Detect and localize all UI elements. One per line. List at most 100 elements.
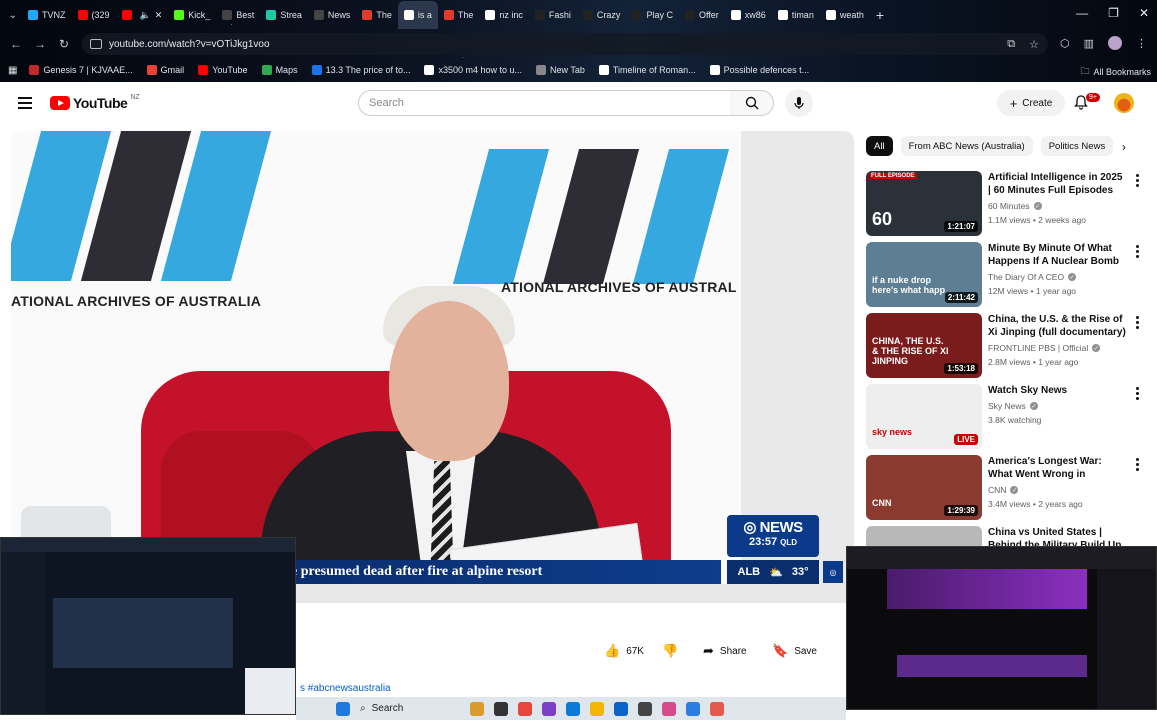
more-actions-icon[interactable]	[1136, 387, 1140, 402]
browser-tab[interactable]: Play C	[626, 1, 679, 29]
chevron-right-icon[interactable]: ›	[1122, 140, 1126, 154]
recommended-video[interactable]: sky news LIVE Watch Sky News Sky News ✓ 3.8K …	[866, 384, 1149, 450]
video-title[interactable]: America's Longest War: What Went Wrong i…	[988, 455, 1128, 482]
new-tab-button[interactable]: +	[876, 7, 884, 23]
filter-chip[interactable]: Politics News	[1040, 136, 1114, 156]
voice-search-button[interactable]	[785, 89, 813, 117]
browser-tab[interactable]: xw86	[725, 1, 772, 29]
browser-tab[interactable]: TVNZ	[22, 1, 72, 29]
browser-tab[interactable]: Strea	[260, 1, 308, 29]
video-title[interactable]: China, the U.S. & the Rise of Xi Jinping…	[988, 313, 1128, 340]
edge-icon[interactable]	[566, 701, 580, 716]
maximize-icon[interactable]: ❐	[1108, 6, 1119, 20]
site-info-icon[interactable]	[90, 39, 102, 49]
video-thumbnail[interactable]: CHINA, THE U.S. & THE RISE OF XI JINPING…	[866, 313, 982, 378]
bookmark-item[interactable]: 13.3 The price of to...	[311, 65, 410, 75]
more-actions-icon[interactable]	[1136, 316, 1140, 331]
video-thumbnail[interactable]: 60 FULL EPISODE 1:21:07	[866, 171, 982, 236]
like-button[interactable]: 👍 67K	[604, 640, 644, 662]
file-explorer-icon[interactable]	[590, 701, 604, 716]
app-icon[interactable]	[542, 701, 556, 716]
apps-grid-icon[interactable]: ▦	[8, 65, 17, 76]
back-button[interactable]: ←	[4, 37, 28, 51]
channel-name[interactable]: CNN ✓	[988, 485, 1019, 495]
account-avatar[interactable]	[1114, 93, 1134, 113]
share-button[interactable]: ➦ Share	[703, 640, 747, 662]
bookmark-item[interactable]: Gmail	[146, 65, 184, 75]
youtube-logo[interactable]: YouTube NZ	[50, 94, 140, 111]
speaker-icon[interactable]: 🔈	[140, 10, 151, 21]
video-title[interactable]: Minute By Minute Of What Happens If A Nu…	[988, 242, 1128, 269]
bookmark-item[interactable]: Possible defences t...	[709, 65, 809, 75]
browser-tab[interactable]: 🔈 ✕	[116, 1, 169, 29]
video-player[interactable]: ATIONAL ARCHIVES OF AUSTRALIA ATIONAL AR…	[11, 131, 854, 603]
bookmark-item[interactable]: Timeline of Roman...	[598, 65, 696, 75]
sidepanel-icon[interactable]: ▥	[1084, 37, 1094, 50]
window-preview-left[interactable]	[0, 537, 296, 715]
address-bar[interactable]: youtube.com/watch?v=vOTiJkg1voo	[82, 33, 1048, 55]
menu-icon[interactable]	[18, 97, 32, 112]
recommended-video[interactable]: CHINA, THE U.S. & THE RISE OF XI JINPING…	[866, 313, 1149, 379]
bookmark-item[interactable]: YouTube	[198, 65, 248, 75]
more-actions-icon[interactable]	[1136, 458, 1140, 473]
video-title[interactable]: Watch Sky News	[988, 384, 1128, 397]
video-thumbnail[interactable]: CNN 1:29:39	[866, 455, 982, 520]
video-thumbnail[interactable]: if a nuke drop here's what happ 2:11:42	[866, 242, 982, 307]
recommended-video[interactable]: if a nuke drop here's what happ 2:11:42 Mi…	[866, 242, 1149, 308]
browser-tab[interactable]: Offer	[679, 1, 725, 29]
browser-tab[interactable]: The	[356, 1, 398, 29]
video-title[interactable]: Artificial Intelligence in 2025 | 60 Min…	[988, 171, 1128, 197]
filter-chip[interactable]: All	[866, 136, 893, 156]
close-window-icon[interactable]: ✕	[1139, 6, 1149, 20]
filter-chip[interactable]: From ABC News (Australia)	[900, 136, 1033, 156]
install-app-icon[interactable]: ⧉	[1007, 38, 1015, 51]
video-hashtags[interactable]: s #abcnewsaustralia	[300, 683, 391, 694]
app-icon[interactable]	[710, 701, 724, 716]
browser-tab[interactable]: Crazy	[577, 1, 627, 29]
taskbar-search[interactable]: ⌕ Search	[360, 703, 460, 714]
reload-button[interactable]: ↻	[52, 37, 76, 51]
minimize-icon[interactable]: —	[1076, 6, 1088, 20]
chrome-icon[interactable]	[518, 701, 532, 716]
bookmark-star-icon[interactable]: ☆	[1029, 38, 1039, 51]
extensions-icon[interactable]: ⬡	[1060, 37, 1070, 50]
channel-name[interactable]: The Diary Of A CEO ✓	[988, 272, 1077, 282]
window-preview-right[interactable]	[846, 546, 1157, 710]
windows-start-icon[interactable]	[336, 701, 350, 716]
browser-tab[interactable]: Best	[216, 1, 260, 29]
forward-button[interactable]: →	[28, 37, 52, 51]
create-button[interactable]: + Create	[997, 90, 1065, 116]
browser-tab[interactable]: timan	[772, 1, 820, 29]
more-actions-icon[interactable]	[1136, 174, 1140, 189]
all-bookmarks-button[interactable]: 🗀 All Bookmarks	[1080, 64, 1151, 80]
browser-tab[interactable]: (329	[72, 1, 116, 29]
browser-tab[interactable]: Fashi	[529, 1, 577, 29]
task-view-icon[interactable]	[470, 701, 484, 716]
browser-tab[interactable]: is a	[397, 1, 438, 29]
tab-search-icon[interactable]: ⌄	[4, 10, 22, 21]
store-icon[interactable]	[638, 701, 652, 716]
profile-avatar-icon[interactable]	[1108, 36, 1122, 50]
recommended-video[interactable]: CNN 1:29:39 America's Longest War: What We…	[866, 455, 1149, 521]
recommended-video[interactable]: 60 FULL EPISODE 1:21:07 Artificial Intellig…	[866, 171, 1149, 237]
app-icon[interactable]	[686, 701, 700, 716]
bookmark-item[interactable]: New Tab	[536, 65, 585, 75]
channel-name[interactable]: Sky News ✓	[988, 401, 1038, 411]
widgets-icon[interactable]	[494, 701, 508, 716]
close-tab-icon[interactable]: ✕	[155, 10, 163, 21]
dislike-button[interactable]: 👎	[662, 640, 678, 662]
channel-name[interactable]: 60 Minutes ✓	[988, 201, 1042, 211]
browser-tab[interactable]: nz inc	[479, 1, 529, 29]
browser-tab[interactable]: weath	[820, 1, 870, 29]
browser-tab[interactable]: News	[308, 1, 357, 29]
bookmark-item[interactable]: Genesis 7 | KJVAAE...	[29, 65, 133, 75]
mail-icon[interactable]	[614, 701, 628, 716]
more-actions-icon[interactable]	[1136, 245, 1140, 260]
bookmark-item[interactable]: Maps	[261, 65, 298, 75]
search-input[interactable]: Search	[358, 90, 731, 116]
app-icon[interactable]	[662, 701, 676, 716]
bookmark-item[interactable]: x3500 m4 how to u...	[424, 65, 522, 75]
browser-tab[interactable]: Kick_	[168, 1, 216, 29]
browser-tab[interactable]: The	[438, 1, 480, 29]
video-thumbnail[interactable]: sky news LIVE	[866, 384, 982, 449]
